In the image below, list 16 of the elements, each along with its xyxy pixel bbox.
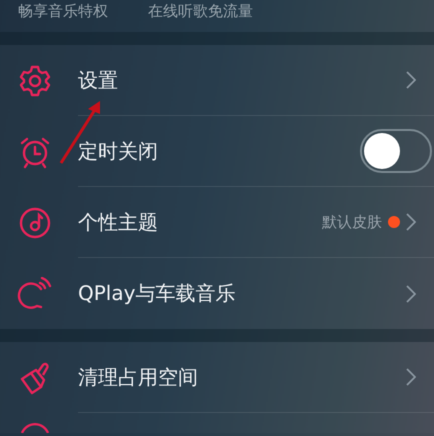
promo-text[interactable]: 畅享音乐特权 bbox=[18, 2, 108, 20]
menu-item-label[interactable]: 清理占用空间 bbox=[78, 364, 198, 390]
qplay-icon bbox=[17, 276, 53, 310]
chevron-right-icon bbox=[406, 213, 416, 231]
gear-icon bbox=[18, 64, 52, 98]
menu-item-label[interactable]: 定时关闭 bbox=[78, 138, 158, 164]
promo-text[interactable]: 在线听歌免流量 bbox=[148, 2, 253, 20]
chevron-right-icon bbox=[406, 284, 416, 302]
chevron-right-icon bbox=[406, 368, 416, 386]
current-skin-text: 默认皮肤 bbox=[322, 212, 382, 232]
chevron-right-icon bbox=[406, 71, 416, 89]
music-note-icon bbox=[18, 206, 52, 240]
menu-item-label[interactable]: 设置 bbox=[78, 66, 118, 94]
toggle-switch[interactable] bbox=[360, 129, 432, 173]
menu-item-label[interactable]: QPlay与车载音乐 bbox=[78, 280, 236, 307]
menu-item-label[interactable]: 个性主题 bbox=[78, 208, 158, 236]
